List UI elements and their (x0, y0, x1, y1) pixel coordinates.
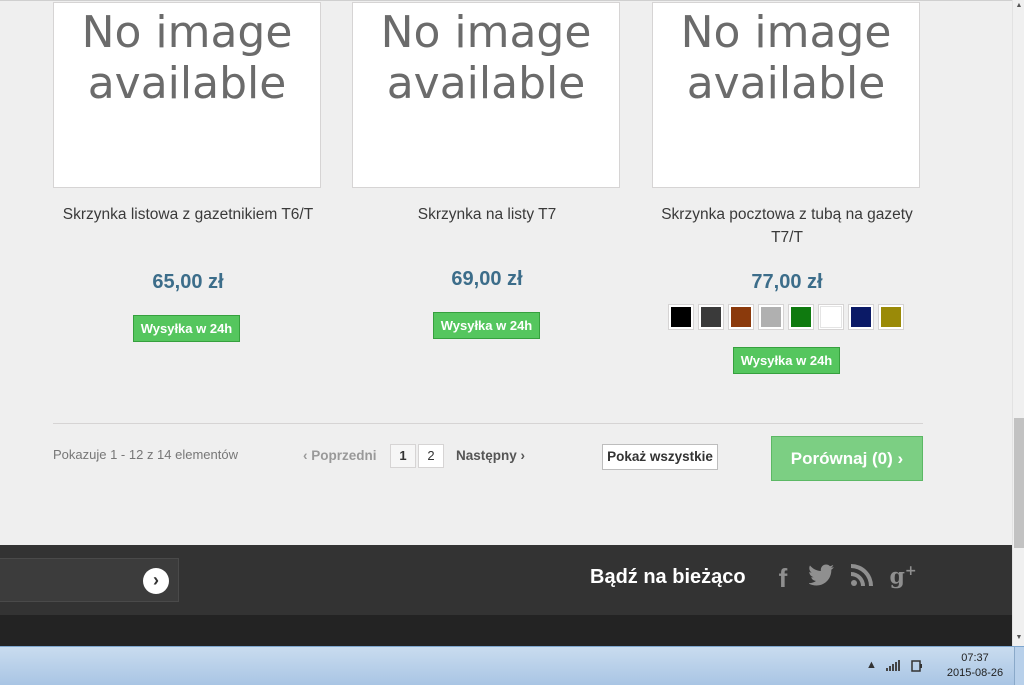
vertical-scrollbar[interactable]: ▲ ▼ (1012, 0, 1024, 646)
product-name[interactable]: Skrzynka na listy T7 (352, 203, 622, 226)
footer-bottom-bar (0, 615, 1012, 646)
color-swatch[interactable] (728, 304, 754, 330)
no-image-line1: No image (81, 7, 293, 58)
compare-button[interactable]: Porównaj (0) › (771, 436, 923, 481)
no-image-line1: No image (380, 7, 592, 58)
footer: › Bądź na bieżąco f g+ (0, 545, 1012, 615)
product-price: 77,00 zł (751, 271, 823, 293)
network-signal-icon[interactable] (886, 659, 902, 674)
page-1-button[interactable]: 1 (390, 444, 416, 468)
show-desktop-button[interactable] (1014, 647, 1024, 685)
color-swatch[interactable] (758, 304, 784, 330)
compare-label: Porównaj (0) (790, 449, 893, 468)
color-swatch[interactable] (668, 304, 694, 330)
color-swatch[interactable] (788, 304, 814, 330)
chevron-left-icon: ‹ (303, 448, 308, 463)
results-count: Pokazuje 1 - 12 z 14 elementów (53, 447, 238, 462)
product-listing-page: No image available Skrzynka listowa z ga… (0, 0, 1012, 545)
twitter-icon[interactable] (808, 563, 836, 592)
rss-icon[interactable] (849, 563, 875, 592)
color-swatch[interactable] (698, 304, 724, 330)
follow-title: Bądź na bieżąco (590, 566, 746, 588)
no-image-line1: No image (680, 7, 892, 58)
shipping-badge: Wysyłka w 24h (733, 347, 840, 374)
pagination-next[interactable]: Następny › (456, 448, 525, 463)
pagination-previous[interactable]: ‹ Poprzedni (303, 448, 377, 463)
product-price: 65,00 zł (152, 271, 224, 293)
google-plus-icon[interactable]: g+ (888, 563, 918, 589)
top-border (0, 0, 1012, 1)
tray-expand-icon[interactable]: ▲ (866, 659, 877, 671)
prev-label: Poprzedni (311, 448, 377, 463)
product-name[interactable]: Skrzynka pocztowa z tubą na gazety T7/T (652, 203, 922, 249)
color-swatch[interactable] (818, 304, 844, 330)
power-icon[interactable] (910, 659, 924, 676)
scroll-up-icon[interactable]: ▲ (1013, 0, 1024, 12)
divider (53, 423, 923, 424)
no-image-line2: available (686, 58, 886, 109)
color-swatch[interactable] (848, 304, 874, 330)
submit-arrow-icon[interactable]: › (143, 568, 169, 594)
product-price: 69,00 zł (451, 268, 523, 290)
chevron-right-icon: › (897, 449, 904, 468)
newsletter-input[interactable]: › (0, 558, 179, 602)
taskbar: ▲ 07:37 2015-08-26 (0, 646, 1024, 685)
no-image-line2: available (386, 58, 586, 109)
scroll-down-icon[interactable]: ▼ (1013, 632, 1024, 644)
show-all-button[interactable]: Pokaż wszystkie (602, 444, 718, 470)
system-clock[interactable]: 07:37 2015-08-26 (940, 651, 1010, 681)
scrollbar-thumb[interactable] (1014, 418, 1024, 548)
clock-time: 07:37 (961, 652, 989, 664)
product-image-placeholder[interactable]: No image available (53, 2, 321, 188)
product-image-placeholder[interactable]: No image available (652, 2, 920, 188)
shipping-badge: Wysyłka w 24h (433, 312, 540, 339)
clock-date: 2015-08-26 (946, 667, 1004, 679)
no-image-line2: available (87, 58, 287, 109)
facebook-icon[interactable]: f (773, 563, 793, 594)
product-image-placeholder[interactable]: No image available (352, 2, 620, 188)
color-swatch[interactable] (878, 304, 904, 330)
page-2-button[interactable]: 2 (418, 444, 444, 468)
shipping-badge: Wysyłka w 24h (133, 315, 240, 342)
product-name[interactable]: Skrzynka listowa z gazetnikiem T6/T (53, 203, 323, 226)
chevron-right-icon: › (520, 448, 526, 463)
next-label: Następny (456, 448, 517, 463)
